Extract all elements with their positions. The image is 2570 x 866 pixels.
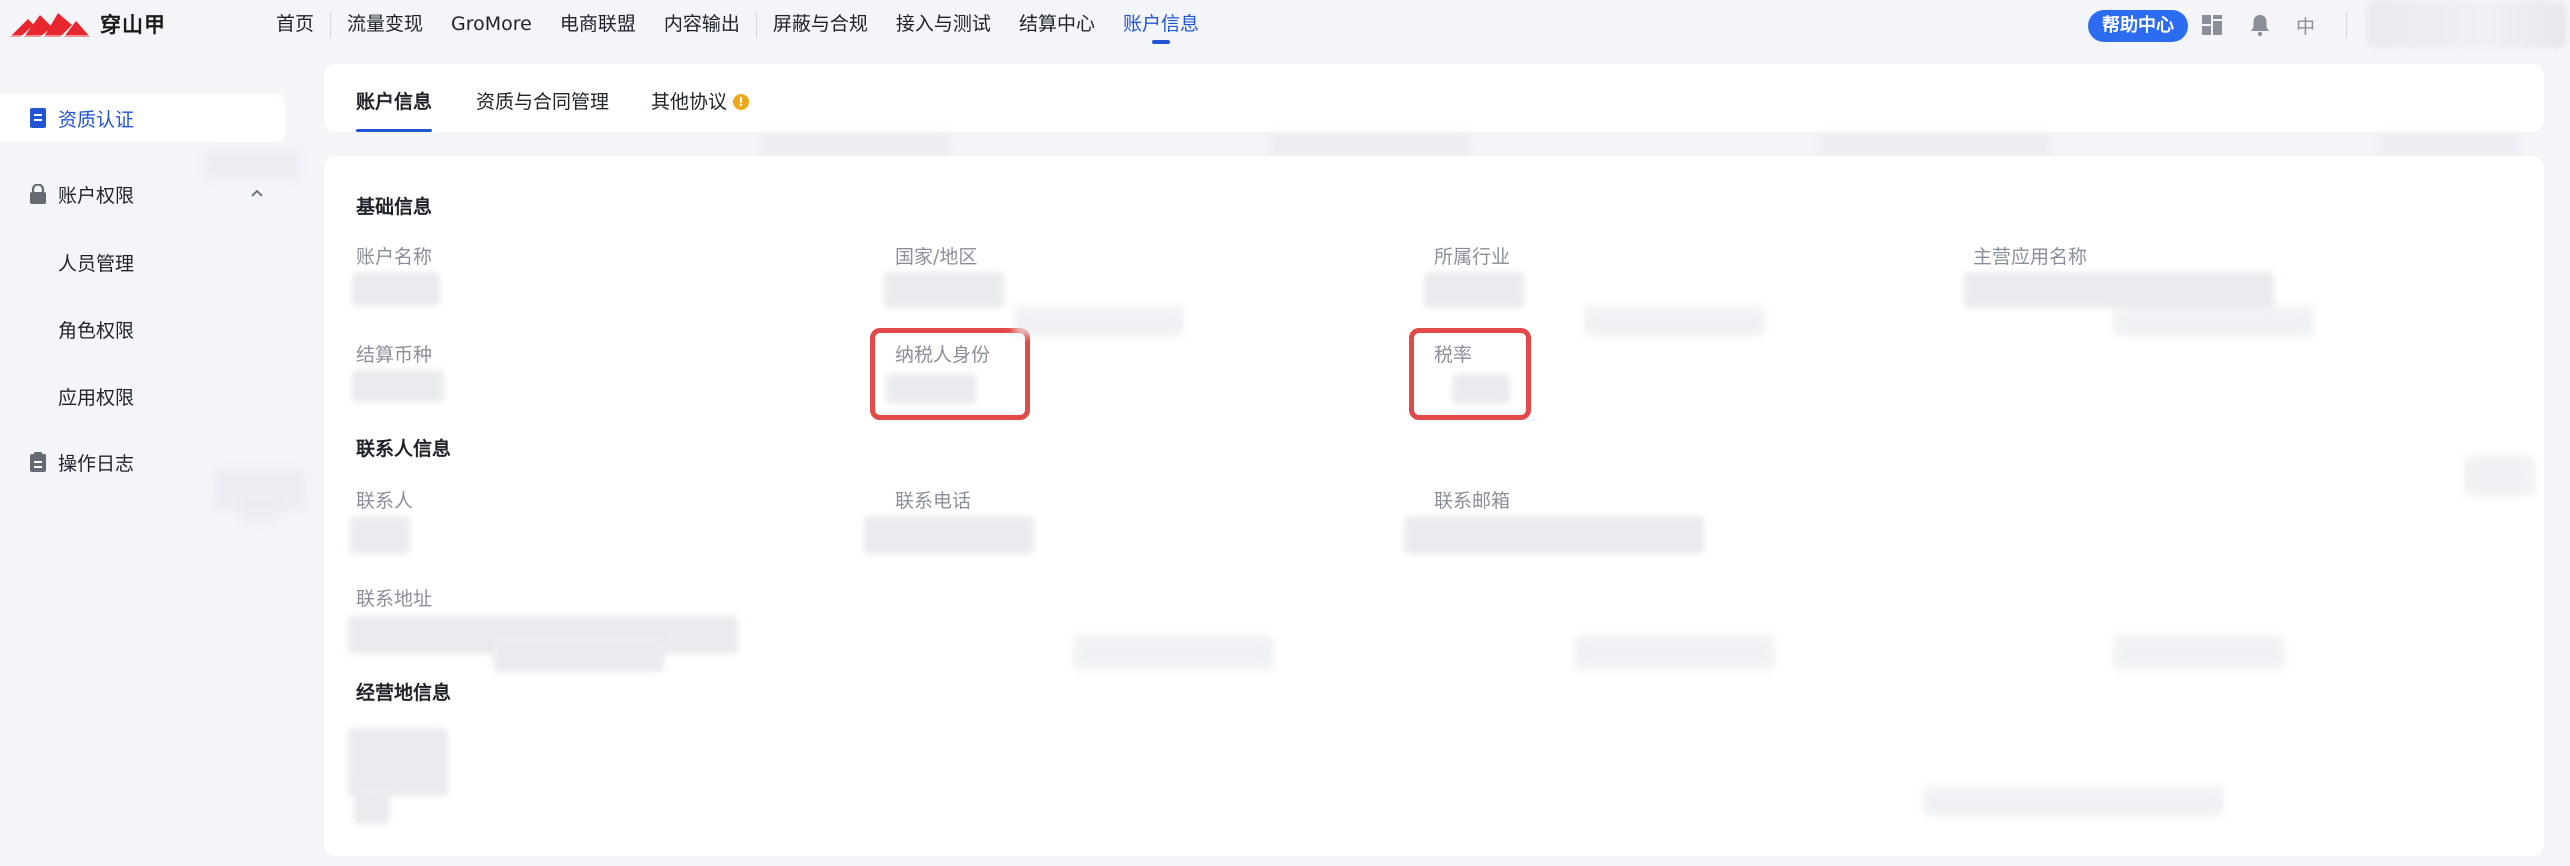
- nav-item-traffic-monetization[interactable]: 流量变现: [347, 0, 423, 50]
- field-value-country-region: [884, 272, 1004, 308]
- watermark: [2464, 456, 2534, 496]
- field-value-settlement-currency: [352, 370, 444, 402]
- notification-bell-icon[interactable]: [2246, 11, 2274, 39]
- field-label-industry: 所属行业: [1434, 246, 1511, 268]
- field-value-account-name: [352, 272, 440, 306]
- field-label-contact-email: 联系邮箱: [1434, 490, 1511, 512]
- user-account-menu[interactable]: [2366, 2, 2566, 48]
- field-value-main-app-name: [1964, 272, 2274, 308]
- log-icon: [28, 452, 48, 472]
- field-value-business-location: [348, 728, 448, 796]
- field-label-country-region: 国家/地区: [895, 246, 978, 268]
- brand-name: 穿山甲: [100, 13, 166, 37]
- bell-icon-svg: [2251, 15, 2269, 37]
- brand-logo[interactable]: 穿山甲: [10, 8, 166, 40]
- tab-qualification-contract[interactable]: 资质与合同管理: [476, 64, 609, 132]
- section-title-business-location: 经营地信息: [356, 682, 452, 704]
- field-label-contact-person: 联系人: [356, 490, 414, 512]
- tab-label: 其他协议: [651, 91, 728, 113]
- tabs-bar: 账户信息 资质与合同管理 其他协议!: [324, 64, 2544, 132]
- topbar-divider: [2346, 12, 2347, 38]
- sidebar-item-role-permissions[interactable]: 角色权限: [0, 305, 285, 353]
- tab-account-info[interactable]: 账户信息: [356, 64, 433, 132]
- sidebar-item-label: 角色权限: [58, 319, 135, 342]
- field-label-settlement-currency: 结算币种: [356, 344, 433, 366]
- sidebar-item-label: 人员管理: [58, 252, 135, 275]
- field-label-main-app-name: 主营应用名称: [1973, 246, 2088, 268]
- certificate-icon: [28, 108, 48, 128]
- nav-item-integration-testing[interactable]: 接入与测试: [896, 0, 991, 50]
- nav-item-content-output[interactable]: 内容输出: [664, 0, 740, 50]
- grid-apps-icon[interactable]: [2198, 11, 2226, 39]
- sidebar-item-label: 操作日志: [58, 452, 135, 475]
- watermark: [2114, 306, 2314, 336]
- sidebar-item-app-permissions[interactable]: 应用权限: [0, 372, 285, 420]
- nav-item-ecommerce-alliance[interactable]: 电商联盟: [560, 0, 636, 50]
- watermark: [240, 500, 280, 522]
- sidebar-item-qualification[interactable]: 资质认证: [0, 94, 285, 142]
- highlight-box-tax-rate: [1409, 328, 1531, 420]
- watermark: [1574, 636, 1774, 670]
- nav-divider: [330, 12, 332, 38]
- watermark: [1014, 306, 1184, 336]
- sidebar-item-member-management[interactable]: 人员管理: [0, 238, 285, 286]
- field-label-contact-phone: 联系电话: [895, 490, 972, 512]
- nav-item-gromore[interactable]: GroMore: [451, 0, 532, 50]
- lock-icon: [28, 184, 48, 204]
- field-label-account-name: 账户名称: [356, 246, 433, 268]
- nav-item-settlement-center[interactable]: 结算中心: [1019, 0, 1095, 50]
- nav-item-home[interactable]: 首页: [276, 0, 314, 50]
- field-value-contact-address-extra: [494, 638, 664, 672]
- field-value-business-location-extra: [354, 788, 390, 824]
- pangolin-logo-icon: [10, 13, 90, 37]
- field-label-contact-address: 联系地址: [356, 588, 433, 610]
- account-info-panel: 基础信息 账户名称 国家/地区 所属行业 主营应用名称 结算币种 纳税人身份 税…: [324, 156, 2544, 856]
- sidebar-item-label: 应用权限: [58, 386, 135, 409]
- watermark: [1584, 306, 1764, 336]
- watermark: [1924, 786, 2224, 816]
- sidebar-item-label: 账户权限: [58, 184, 135, 207]
- section-title-contact-info: 联系人信息: [356, 438, 452, 460]
- nav-item-blocking-compliance[interactable]: 屏蔽与合规: [773, 0, 868, 50]
- watermark: [2114, 636, 2284, 670]
- highlight-box-taxpayer-identity: [870, 328, 1030, 420]
- section-title-basic-info: 基础信息: [356, 196, 433, 218]
- field-value-contact-person: [350, 516, 410, 554]
- nav-divider: [755, 12, 757, 38]
- sidebar-item-label: 资质认证: [58, 108, 135, 131]
- field-value-industry: [1424, 272, 1524, 308]
- warning-icon: !: [733, 94, 750, 110]
- watermark: [1074, 636, 1274, 670]
- help-center-button[interactable]: 帮助中心: [2088, 10, 2188, 42]
- nav-item-account-info[interactable]: 账户信息: [1123, 0, 1199, 50]
- watermark: [205, 150, 300, 180]
- main-nav: 首页 流量变现 GroMore 电商联盟 内容输出 屏蔽与合规 接入与测试 结算…: [262, 0, 1213, 50]
- top-navigation-bar: 穿山甲 首页 流量变现 GroMore 电商联盟 内容输出 屏蔽与合规 接入与测…: [0, 0, 2570, 50]
- language-switch[interactable]: 中: [2296, 12, 2315, 39]
- grid-apps-icon-svg: [2202, 15, 2222, 35]
- field-value-contact-email: [1404, 516, 1704, 554]
- chevron-up-icon[interactable]: [250, 186, 264, 202]
- field-value-contact-phone: [864, 516, 1034, 554]
- tab-other-agreements[interactable]: 其他协议!: [651, 64, 750, 132]
